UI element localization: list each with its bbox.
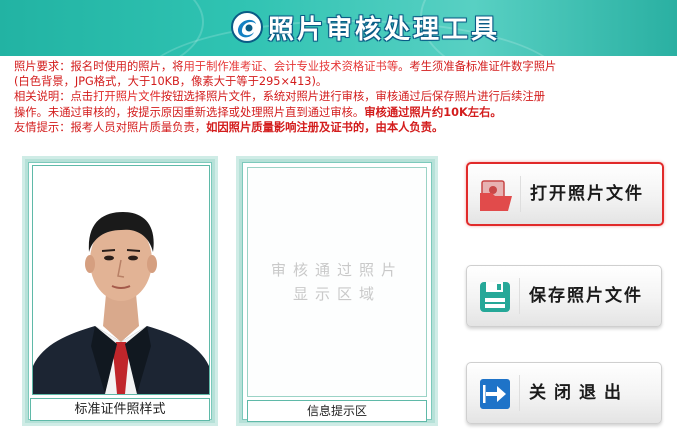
save-photo-button[interactable]: 保存照片文件	[466, 265, 662, 327]
tip-label: 友情提示：	[14, 120, 71, 134]
button-separator	[519, 278, 520, 314]
close-exit-button[interactable]: 关闭退出	[466, 362, 662, 424]
open-photo-folder-icon	[480, 180, 512, 211]
close-exit-label: 关闭退出	[529, 383, 629, 403]
requirement-text-end: 。考生须准备标准证件数字照片	[398, 60, 557, 73]
size-note: 审核通过照片约10K左右。	[364, 105, 502, 119]
open-photo-button[interactable]: 打开照片文件	[466, 162, 664, 226]
description-text: 按钮选择照片文件，系统对照片进行审核，审核通过后保存照片进行后续注册	[160, 90, 545, 104]
requirement-usage-text: 用于制作准考证、会计专业技术资格证书等	[183, 60, 399, 73]
button-separator	[519, 375, 520, 411]
tip-text: 报考人员对照片质量负责，	[70, 120, 207, 134]
description-line-2: 操作。未通过审核的，按提示原因重新选择或处理照片直到通过审核。审核通过照片约10…	[14, 105, 664, 120]
exit-arrow-icon	[480, 379, 510, 409]
description-text-2: 操作。未通过审核的，按提示原因重新选择或处理照片直到通过审核。	[14, 105, 365, 119]
description-line: 相关说明：点击打开照片文件按钮选择照片文件，系统对照片进行审核，审核通过后保存照…	[14, 89, 664, 104]
sample-caption: 标准证件照样式	[30, 398, 210, 421]
tip-line: 友情提示：报考人员对照片质量负责，如因照片质量影响注册及证书的，由本人负责。	[14, 120, 664, 135]
placeholder-line-2: 显示区域	[292, 285, 381, 303]
description-label: 相关说明：点击	[14, 90, 94, 104]
instructions: 照片要求：报名时使用的照片，将用于制作准考证、会计专业技术资格证书等。考生须准备…	[14, 59, 664, 135]
placeholder-line-1: 审核通过照片	[270, 261, 403, 279]
tip-warning: 如因照片质量影响注册及证书的，由本人负责。	[206, 120, 444, 134]
app-title: 照片审核处理工具	[268, 15, 501, 45]
approved-photo-area: 审核通过照片 显示区域	[247, 167, 427, 397]
format-line: (白色背景，JPG格式，大于10KB，像素大于等于295×413)。	[14, 75, 328, 89]
open-photo-label: 打开照片文件	[530, 184, 644, 204]
save-photo-label: 保存照片文件	[529, 286, 643, 306]
save-floppy-icon	[480, 282, 510, 312]
sample-photo-frame	[32, 165, 210, 395]
header-banner: 照片审核处理工具	[0, 0, 677, 56]
sample-portrait-image	[33, 166, 209, 394]
info-message-area: 信息提示区	[247, 400, 427, 422]
button-separator	[520, 176, 521, 212]
requirement-line: 照片要求：报名时使用的照片，将用于制作准考证、会计专业技术资格证书等。考生须准备…	[14, 59, 664, 74]
requirement-text: 照片要求：报名时使用的照片，将	[14, 60, 184, 73]
description-open-ref: 打开照片文件	[93, 90, 161, 104]
app-logo-icon	[231, 11, 263, 43]
